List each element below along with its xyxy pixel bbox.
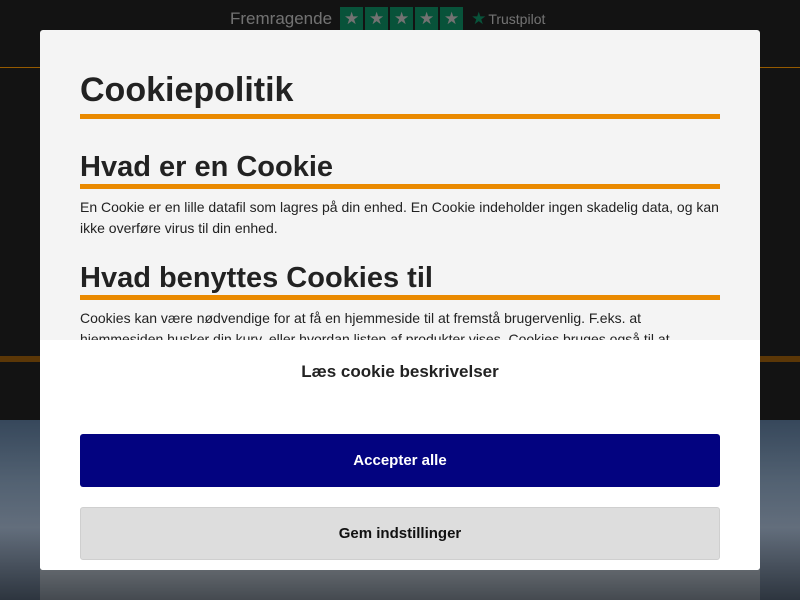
cookie-dialog: Cookiepolitik Hvad er en Cookie En Cooki…: [40, 30, 760, 570]
section-heading: Hvad benyttes Cookies til: [80, 261, 720, 300]
cookie-dialog-footer: Læs cookie beskrivelser Accepter alle Ge…: [40, 340, 760, 570]
cookie-policy-title: Cookiepolitik: [80, 70, 720, 119]
save-settings-button[interactable]: Gem indstillinger: [80, 507, 720, 560]
section-text: Cookies kan være nødvendige for at få en…: [80, 310, 670, 340]
cookie-policy-content[interactable]: Cookiepolitik Hvad er en Cookie En Cooki…: [80, 30, 720, 340]
read-cookie-descriptions-link[interactable]: Læs cookie beskrivelser: [40, 362, 760, 382]
section-heading: Hvad er en Cookie: [80, 150, 720, 189]
section-text: En Cookie er en lille datafil som lagres…: [80, 199, 719, 236]
accept-all-button[interactable]: Accepter alle: [80, 434, 720, 487]
